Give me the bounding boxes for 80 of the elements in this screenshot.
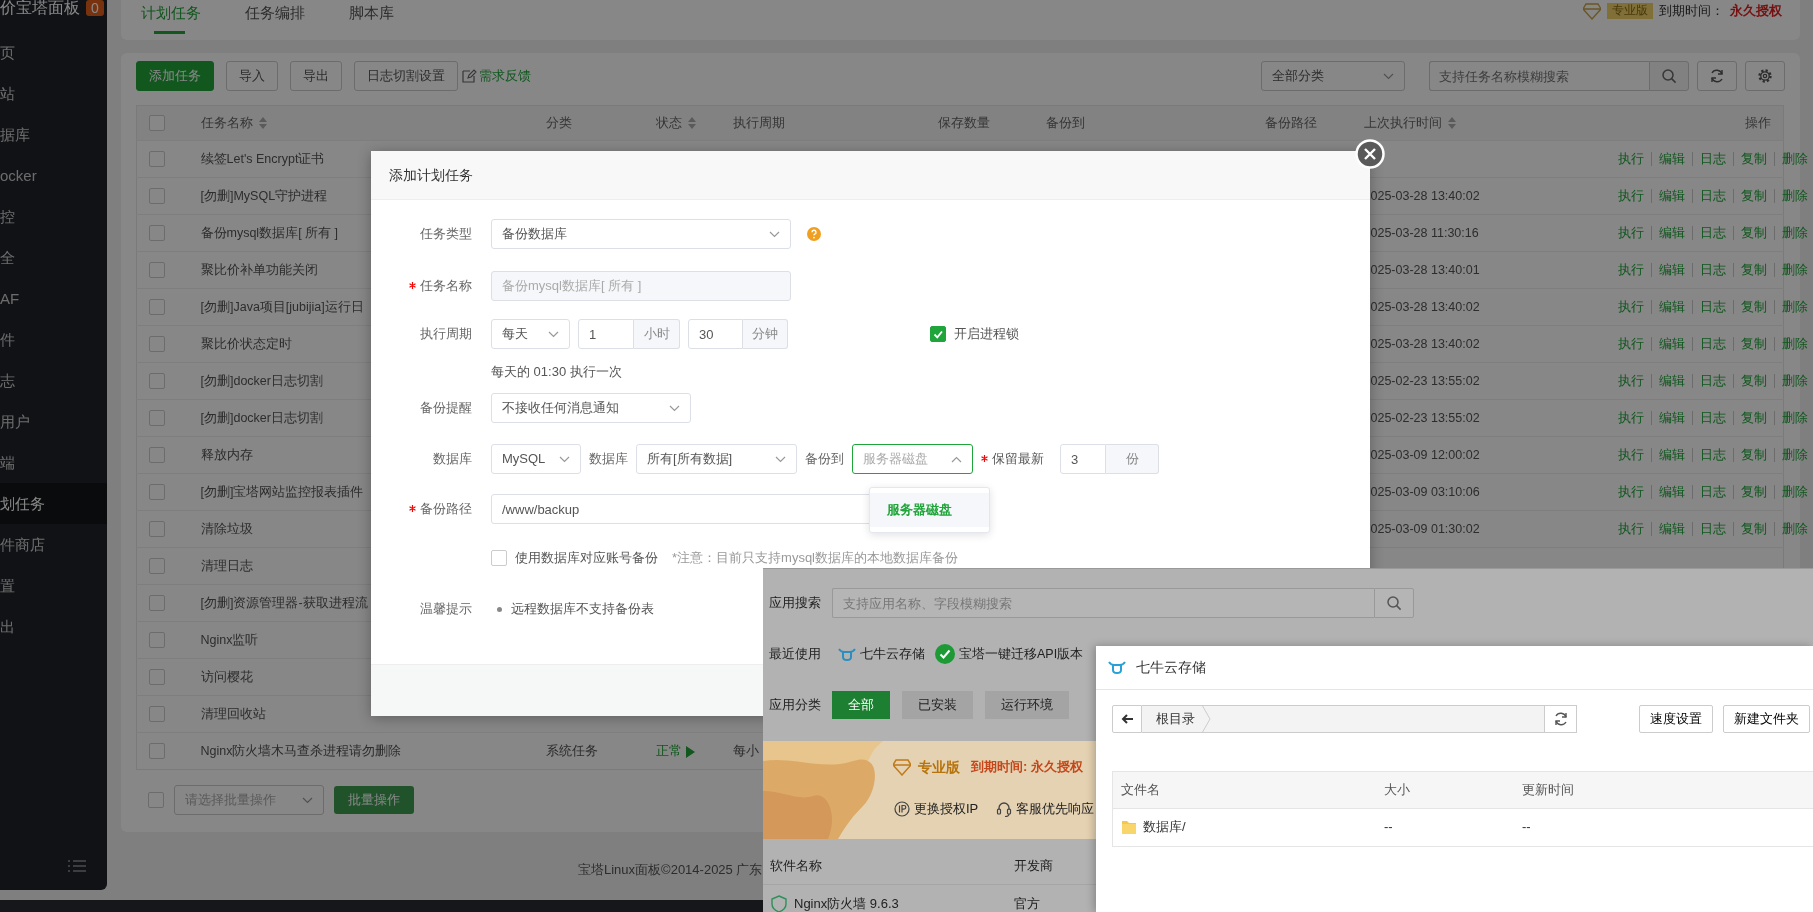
panel-title: 价宝塔面板 bbox=[0, 0, 80, 16]
table-cell: 025-03-09 03:10:06 bbox=[1370, 484, 1480, 499]
table-cell: 每小 bbox=[732, 743, 759, 758]
table-cell: 聚比价补单功能关闭 bbox=[200, 262, 318, 277]
expiry-value: 永久授权 bbox=[1730, 3, 1782, 20]
column-header: 开发商 bbox=[1014, 858, 1053, 875]
field-label: 任务类型 bbox=[420, 225, 472, 243]
expiry-text: 到期时间: 永久授权 bbox=[971, 758, 1083, 776]
table-cell: 025-02-23 13:55:02 bbox=[1370, 410, 1480, 425]
table-cell: [勿删]Java项目[jubijia]运行日 bbox=[200, 299, 364, 314]
column-header: 保存数量 bbox=[937, 114, 990, 130]
column-header: 执行周期 bbox=[732, 114, 785, 130]
field-label: 应用分类 bbox=[768, 696, 822, 714]
unit-label: 份 bbox=[1106, 444, 1159, 474]
table-cell: 025-03-28 13:40:02 bbox=[1370, 299, 1480, 314]
status-text: 正常 bbox=[655, 743, 682, 758]
field-label: 备份提醒 bbox=[420, 399, 472, 417]
field-label: 备份路径 bbox=[420, 500, 472, 518]
column-header: 备份路径 bbox=[1264, 114, 1317, 130]
table-cell: [勿删]MySQL守护进程 bbox=[200, 188, 328, 203]
column-header: 文件名 bbox=[1120, 781, 1161, 799]
table-cell: 025-03-28 13:40:02 bbox=[1370, 336, 1480, 351]
field-label: 数据库 bbox=[589, 450, 628, 468]
perk-text: 客服优先响应 bbox=[1016, 801, 1095, 818]
checkbox-label: 使用数据库对应账号备份 bbox=[515, 549, 658, 567]
unit-label: 分钟 bbox=[743, 319, 788, 349]
column-header: 任务名称 bbox=[200, 114, 253, 130]
table-cell: 025-02-23 13:55:02 bbox=[1370, 373, 1480, 388]
table-cell: 访问樱花 bbox=[200, 669, 253, 684]
field-label: 执行周期 bbox=[420, 325, 472, 343]
table-cell: [勿删]docker日志切割 bbox=[200, 410, 323, 425]
field-label: 保留最新 bbox=[992, 450, 1044, 468]
table-cell: 清除垃圾 bbox=[200, 521, 253, 536]
field-label: 数据库 bbox=[433, 450, 472, 468]
field-label: 温馨提示 bbox=[420, 600, 472, 618]
checkbox-label: 开启进程锁 bbox=[954, 325, 1019, 343]
column-header: 操作 bbox=[1745, 114, 1771, 130]
table-cell: 025-03-28 11:30:16 bbox=[1370, 225, 1479, 240]
table-cell: 释放内存 bbox=[200, 447, 253, 462]
column-header: 上次执行时间 bbox=[1363, 114, 1442, 130]
footer-text: 宝塔Linux面板©2014-2025 广东 bbox=[578, 862, 763, 879]
table-cell: 清理回收站 bbox=[200, 706, 266, 721]
perk-text: 更换授权IP bbox=[914, 801, 979, 818]
column-header: 大小 bbox=[1384, 781, 1411, 799]
table-cell: Nginx防火墙木马查杀进程请勿删除 bbox=[200, 743, 402, 758]
column-header: 更新时间 bbox=[1522, 781, 1574, 799]
column-header: 分类 bbox=[545, 114, 572, 130]
table-cell: 官方 bbox=[1014, 895, 1040, 912]
table-cell: Nginx监听 bbox=[200, 632, 259, 647]
app-name: Nginx防火墙 9.6.3 bbox=[794, 895, 899, 912]
table-cell: 025-03-09 12:00:02 bbox=[1370, 447, 1480, 462]
column-header: 备份到 bbox=[1045, 114, 1085, 130]
table-cell: -- bbox=[1522, 819, 1531, 836]
window-title: 七牛云存储 bbox=[1136, 658, 1206, 677]
table-cell: 清理日志 bbox=[200, 558, 253, 573]
table-cell: 025-03-28 13:40:01 bbox=[1370, 262, 1480, 277]
table-cell-text: -- bbox=[1384, 819, 1394, 836]
tip-text: 远程数据库不支持备份表 bbox=[511, 600, 654, 618]
column-header: 软件名称 bbox=[769, 858, 823, 875]
unit-label: 小时 bbox=[634, 319, 680, 349]
column-header: 状态 bbox=[655, 114, 682, 130]
table-cell: 025-03-09 01:30:02 bbox=[1370, 521, 1480, 536]
table-cell: 备份mysql数据库[ 所有 ] bbox=[200, 225, 339, 240]
edition-text: 专业版 bbox=[918, 758, 960, 777]
field-label: 应用搜索 bbox=[768, 594, 822, 612]
schedule-hint: 每天的 01:30 执行一次 bbox=[491, 363, 622, 381]
field-label: 备份到 bbox=[805, 450, 844, 468]
field-label: 最近使用 bbox=[768, 645, 822, 663]
expiry-label: 到期时间： bbox=[1659, 3, 1724, 20]
table-cell: [勿删]宝塔网站监控报表插件 bbox=[200, 484, 364, 499]
table-cell: 聚比价状态定时 bbox=[200, 336, 292, 351]
table-cell: 系统任务 bbox=[545, 743, 598, 758]
dialog-title: 添加计划任务 bbox=[389, 165, 473, 185]
table-cell: 续签Let's Encrypt证书 bbox=[200, 151, 325, 166]
table-cell: [勿删]docker日志切割 bbox=[200, 373, 323, 388]
field-label: 任务名称 bbox=[420, 277, 472, 295]
count-badge: 0 bbox=[86, 0, 104, 16]
table-cell: 025-03-28 13:40:02 bbox=[1370, 188, 1480, 203]
table-cell: [勿删]资源管理器-获取进程流 bbox=[200, 595, 368, 610]
note-text: *注意：目前只支持mysql数据库的本地数据库备份 bbox=[672, 549, 958, 567]
